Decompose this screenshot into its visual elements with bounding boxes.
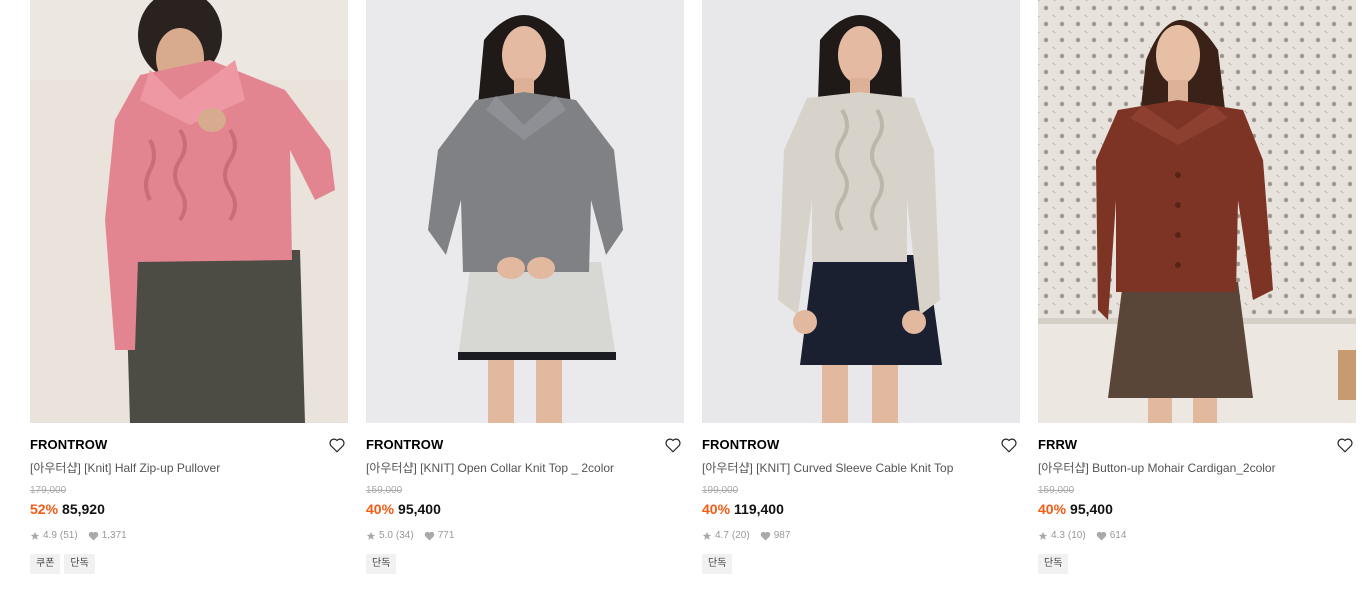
tag-badge: 단독 xyxy=(1038,554,1069,574)
discount-rate: 52% xyxy=(30,501,59,517)
review-count: (51) xyxy=(59,530,78,541)
tag-badge: 단독 xyxy=(64,554,95,574)
rating-value: 4.3 xyxy=(1051,530,1065,541)
likes: 1,371 xyxy=(88,530,127,542)
product-card[interactable]: FRRW [아우터샵] Button-up Mohair Cardigan_2c… xyxy=(1038,0,1356,574)
heart-outline-icon[interactable] xyxy=(1336,436,1354,454)
like-count: 771 xyxy=(437,530,455,541)
product-card[interactable]: FRONTROW [아우터샵] [Knit] Half Zip-up Pullo… xyxy=(30,0,348,574)
brand-name[interactable]: FRONTROW xyxy=(30,437,348,453)
product-image[interactable] xyxy=(366,0,684,423)
product-title[interactable]: [아우터샵] [KNIT] Open Collar Knit Top _ 2co… xyxy=(366,460,684,476)
sale-price: 95,400 xyxy=(1070,501,1113,517)
likes: 987 xyxy=(760,530,791,542)
product-image[interactable] xyxy=(702,0,1020,423)
rating: 5.0 (34) xyxy=(366,530,414,542)
star-icon xyxy=(702,531,712,540)
product-image[interactable] xyxy=(1038,0,1356,423)
discount-rate: 40% xyxy=(366,501,395,517)
rating: 4.9 (51) xyxy=(30,530,78,542)
heart-outline-icon[interactable] xyxy=(1000,436,1018,454)
price-row: 40% 95,400 xyxy=(366,500,684,518)
brand-name[interactable]: FRONTROW xyxy=(366,437,684,453)
heart-outline-icon[interactable] xyxy=(664,436,682,454)
original-price: 179,000 xyxy=(30,485,67,496)
discount-rate: 40% xyxy=(1038,501,1067,517)
product-card[interactable]: FRONTROW [아우터샵] [KNIT] Curved Sleeve Cab… xyxy=(702,0,1020,574)
product-info: FRONTROW [아우터샵] [Knit] Half Zip-up Pullo… xyxy=(30,423,348,574)
product-title[interactable]: [아우터샵] [Knit] Half Zip-up Pullover xyxy=(30,460,348,476)
price-row: 52% 85,920 xyxy=(30,500,348,518)
original-price: 159,000 xyxy=(366,485,403,496)
like-count: 987 xyxy=(773,530,791,541)
review-count: (20) xyxy=(731,530,750,541)
price-row: 40% 119,400 xyxy=(702,500,1020,518)
heart-outline-icon[interactable] xyxy=(328,436,346,454)
tag-badge: 단독 xyxy=(366,554,397,574)
tag-list: 단독 xyxy=(1038,554,1356,574)
tag-list: 단독 xyxy=(366,554,684,574)
sale-price: 85,920 xyxy=(62,501,105,517)
sale-price: 95,400 xyxy=(398,501,441,517)
discount-rate: 40% xyxy=(702,501,731,517)
product-info: FRONTROW [아우터샵] [KNIT] Open Collar Knit … xyxy=(366,423,684,574)
star-icon xyxy=(366,531,376,540)
product-title[interactable]: [아우터샵] [KNIT] Curved Sleeve Cable Knit T… xyxy=(702,460,1020,476)
heart-filled-icon xyxy=(1096,531,1106,541)
brand-name[interactable]: FRRW xyxy=(1038,437,1356,453)
likes: 771 xyxy=(424,530,455,542)
rating: 4.3 (10) xyxy=(1038,530,1086,542)
product-stats: 4.3 (10) 614 xyxy=(1038,530,1356,542)
brand-name[interactable]: FRONTROW xyxy=(702,437,1020,453)
rating: 4.7 (20) xyxy=(702,530,750,542)
tag-badge: 쿠폰 xyxy=(30,554,61,574)
like-count: 614 xyxy=(1109,530,1127,541)
original-price: 199,000 xyxy=(702,485,739,496)
review-count: (10) xyxy=(1067,530,1086,541)
product-stats: 5.0 (34) 771 xyxy=(366,530,684,542)
tag-badge: 단독 xyxy=(702,554,733,574)
product-stats: 4.7 (20) 987 xyxy=(702,530,1020,542)
review-count: (34) xyxy=(395,530,414,541)
original-price: 159,000 xyxy=(1038,485,1075,496)
sale-price: 119,400 xyxy=(734,501,784,517)
rating-value: 4.7 xyxy=(715,530,729,541)
product-image[interactable] xyxy=(30,0,348,423)
heart-filled-icon xyxy=(760,531,770,541)
like-count: 1,371 xyxy=(101,530,127,541)
product-card[interactable]: FRONTROW [아우터샵] [KNIT] Open Collar Knit … xyxy=(366,0,684,574)
product-info: FRONTROW [아우터샵] [KNIT] Curved Sleeve Cab… xyxy=(702,423,1020,574)
product-title[interactable]: [아우터샵] Button-up Mohair Cardigan_2color xyxy=(1038,460,1356,476)
rating-value: 4.9 xyxy=(43,530,57,541)
star-icon xyxy=(1038,531,1048,540)
price-row: 40% 95,400 xyxy=(1038,500,1356,518)
heart-filled-icon xyxy=(88,531,98,541)
star-icon xyxy=(30,531,40,540)
tag-list: 쿠폰 단독 xyxy=(30,554,348,574)
heart-filled-icon xyxy=(424,531,434,541)
product-info: FRRW [아우터샵] Button-up Mohair Cardigan_2c… xyxy=(1038,423,1356,574)
likes: 614 xyxy=(1096,530,1127,542)
tag-list: 단독 xyxy=(702,554,1020,574)
rating-value: 5.0 xyxy=(379,530,393,541)
product-stats: 4.9 (51) 1,371 xyxy=(30,530,348,542)
product-grid: FRONTROW [아우터샵] [Knit] Half Zip-up Pullo… xyxy=(30,0,1356,574)
